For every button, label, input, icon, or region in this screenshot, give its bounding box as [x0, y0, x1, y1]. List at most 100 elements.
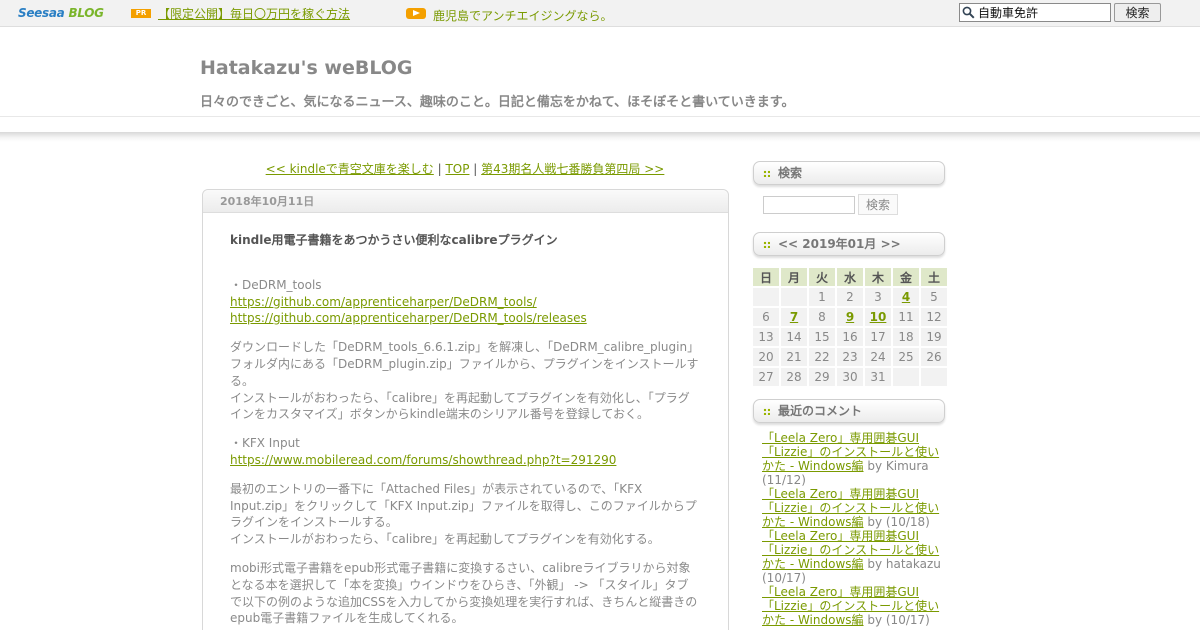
entry-section-kfx: ・KFX Input https://www.mobileread.com/fo…	[230, 435, 700, 469]
calendar-weekday: 日	[753, 268, 779, 286]
pr-badge: PR	[131, 9, 151, 18]
calendar-day: 6	[753, 308, 779, 326]
calendar-week: 6 7 8 9 10 11 12	[753, 308, 947, 326]
calendar-day[interactable]: 4	[893, 288, 919, 306]
heading-bullet-icon	[763, 170, 770, 177]
paragraph-text: ダウンロードした「DeDRM_tools_6.6.1.zip」を解凍し、「DeD…	[230, 340, 700, 388]
entry-paragraph: ダウンロードした「DeDRM_tools_6.6.1.zip」を解凍し、「DeD…	[230, 339, 700, 423]
calendar-week: 12345	[753, 288, 947, 306]
calendar-day: 27	[753, 368, 779, 386]
entry-paragraph: 最初のエントリの一番下に「Attached Files」が表示されているので、「…	[230, 481, 700, 548]
comment-item: 「Leela Zero」専用囲碁GUI「Lizzie」のインストールと使いかた …	[762, 431, 942, 487]
calendar-day: 15	[809, 328, 835, 346]
section-label: ・KFX Input	[230, 436, 300, 451]
calendar-day: 11	[893, 308, 919, 326]
next-entry-link[interactable]: 第43期名人戦七番勝負第四局 >>	[481, 162, 664, 176]
sidebar-search-input[interactable]	[763, 196, 855, 214]
comment-item: 「Leela Zero」専用囲碁GUI「Lizzie」のインストールと使いかた …	[762, 529, 942, 585]
calendar-weekday: 木	[865, 268, 891, 286]
calendar-day-link[interactable]: 7	[790, 310, 798, 324]
calendar-weekday: 月	[781, 268, 807, 286]
calendar-day: 3	[865, 288, 891, 306]
ad-link[interactable]: 鹿児島でアンチエイジングなら。	[433, 7, 613, 24]
calendar-day	[893, 368, 919, 386]
comment-author-date: by (10/17)	[863, 613, 930, 627]
paragraph-text: インストールがおわったら、「calibre」を再起動してプラグインを有効化し、「…	[230, 390, 690, 422]
github-releases-link[interactable]: https://github.com/apprenticeharper/DeDR…	[230, 310, 700, 327]
entry-pager: << kindleで青空文庫を楽しむ | TOP | 第43期名人戦七番勝負第四…	[200, 160, 730, 177]
arrow-right-icon	[406, 8, 426, 19]
calendar-day: 25	[893, 348, 919, 366]
top-search-box	[959, 3, 1111, 22]
calendar-day: 23	[837, 348, 863, 366]
blog-header: Hatakazu's weBLOG 日々のできごと、気になるニュース、趣味のこと…	[0, 28, 1200, 138]
calendar-day: 17	[865, 328, 891, 346]
prev-entry-link[interactable]: << kindleで青空文庫を楽しむ	[266, 162, 434, 176]
calendar-day: 28	[781, 368, 807, 386]
github-link[interactable]: https://github.com/apprenticeharper/DeDR…	[230, 294, 700, 311]
calendar-month-nav[interactable]: << 2019年01月 >>	[778, 237, 901, 251]
calendar-day	[781, 288, 807, 306]
sidebar-calendar-heading: << 2019年01月 >>	[753, 232, 945, 256]
calendar-day	[921, 368, 947, 386]
calendar-day: 14	[781, 328, 807, 346]
calendar-day[interactable]: 7	[781, 308, 807, 326]
section-label: ・DeDRM_tools	[230, 277, 322, 292]
calendar: 日月火水木金土 1 2 3 4 5 6 7 8 9 10 11 12 13 14 15 16 17 18 19 20 2…	[751, 266, 949, 388]
logo-blog-text: BLOG	[68, 6, 104, 20]
entry-body: kindle用電子書籍をあつかうさい便利なcalibreプラグイン ・DeDRM…	[230, 232, 700, 630]
calendar-day: 22	[809, 348, 835, 366]
calendar-day: 20	[753, 348, 779, 366]
top-search-input[interactable]	[978, 5, 1108, 20]
header-shadow	[0, 132, 1200, 142]
heading-bullet-icon	[763, 408, 770, 415]
calendar-day: 18	[893, 328, 919, 346]
sidebar-search-button[interactable]: 検索	[858, 194, 898, 215]
comment-author-date: by (10/18)	[863, 515, 930, 529]
calendar-day-link[interactable]: 4	[902, 290, 910, 304]
logo-main-text: Seesaa	[18, 6, 65, 20]
comment-item: 「Leela Zero」専用囲碁GUI「Lizzie」のインストールと使いかた …	[762, 585, 942, 627]
calendar-day[interactable]: 10	[865, 308, 891, 326]
sidebar-heading-text: 検索	[778, 166, 803, 180]
site-description: 日々のできごと、気になるニュース、趣味のこと。日記と備忘をかねて、ほそぼそと書い…	[200, 95, 795, 110]
calendar-day: 16	[837, 328, 863, 346]
top-link[interactable]: TOP	[445, 162, 469, 176]
calendar-day-link[interactable]: 9	[846, 310, 854, 324]
paragraph-text: インストールがおわったら、「calibre」を再起動してプラグインを有効化する。	[230, 532, 660, 547]
pr-ad-link[interactable]: 【限定公開】毎日〇万円を稼ぐ方法	[158, 5, 350, 22]
blog-entry: 2018年10月11日 kindle用電子書籍をあつかうさい便利なcalibre…	[202, 189, 729, 630]
heading-bullet-icon	[763, 241, 770, 248]
seesaa-blog-logo[interactable]: Seesaa BLOG	[18, 6, 104, 20]
entry-date: 2018年10月11日	[203, 190, 728, 213]
pager-separator: |	[433, 162, 446, 176]
top-bar: Seesaa BLOG PR 【限定公開】毎日〇万円を稼ぐ方法 鹿児島でアンチエイ…	[0, 0, 1200, 27]
calendar-day	[753, 288, 779, 306]
mobileread-link[interactable]: https://www.mobileread.com/forums/showth…	[230, 452, 700, 469]
top-search-button[interactable]: 検索	[1114, 3, 1161, 22]
calendar-day: 26	[921, 348, 947, 366]
calendar-day: 8	[809, 308, 835, 326]
calendar-day-link[interactable]: 10	[870, 310, 887, 324]
entry-title: kindle用電子書籍をあつかうさい便利なcalibreプラグイン	[230, 233, 558, 247]
sidebar-search-heading: 検索	[753, 161, 945, 185]
calendar-day: 24	[865, 348, 891, 366]
calendar-weekday: 火	[809, 268, 835, 286]
calendar-day: 2	[837, 288, 863, 306]
recent-comments-list: 「Leela Zero」専用囲碁GUI「Lizzie」のインストールと使いかた …	[762, 431, 942, 627]
sidebar-comments-heading: 最近のコメント	[753, 399, 945, 423]
calendar-day: 29	[809, 368, 835, 386]
calendar-day: 5	[921, 288, 947, 306]
site-title[interactable]: Hatakazu's weBLOG	[200, 57, 413, 79]
calendar-day: 21	[781, 348, 807, 366]
calendar-weekday: 土	[921, 268, 947, 286]
paragraph-text: mobi形式電子書籍をepub形式電子書籍に変換するさい、calibreライブラ…	[230, 560, 698, 626]
paragraph-text: 最初のエントリの一番下に「Attached Files」が表示されているので、「…	[230, 481, 697, 530]
calendar-day: 1	[809, 288, 835, 306]
calendar-day[interactable]: 9	[837, 308, 863, 326]
calendar-week: 27 28 29 30 31	[753, 368, 947, 386]
calendar-week: 20 21 22 23 24 25 26	[753, 348, 947, 366]
calendar-day: 31	[865, 368, 891, 386]
comment-item: 「Leela Zero」専用囲碁GUI「Lizzie」のインストールと使いかた …	[762, 487, 942, 529]
calendar-week: 13 14 15 16 17 18 19	[753, 328, 947, 346]
